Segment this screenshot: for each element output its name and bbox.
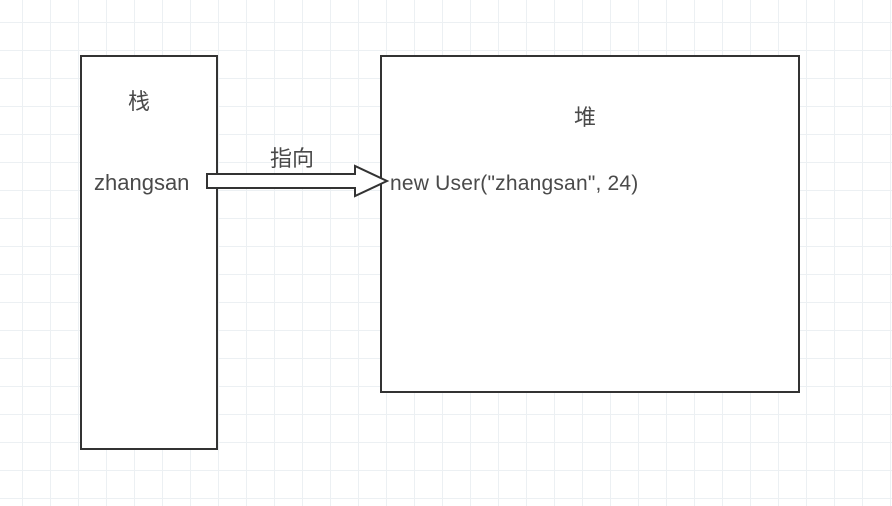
stack-variable: zhangsan bbox=[94, 170, 189, 196]
diagram-canvas: 栈 堆 zhangsan new User("zhangsan", 24) 指向 bbox=[0, 0, 892, 506]
stack-title: 栈 bbox=[128, 84, 150, 116]
heap-object-expression: new User("zhangsan", 24) bbox=[390, 172, 639, 196]
arrow-label: 指向 bbox=[270, 141, 314, 173]
heap-title: 堆 bbox=[574, 100, 596, 132]
